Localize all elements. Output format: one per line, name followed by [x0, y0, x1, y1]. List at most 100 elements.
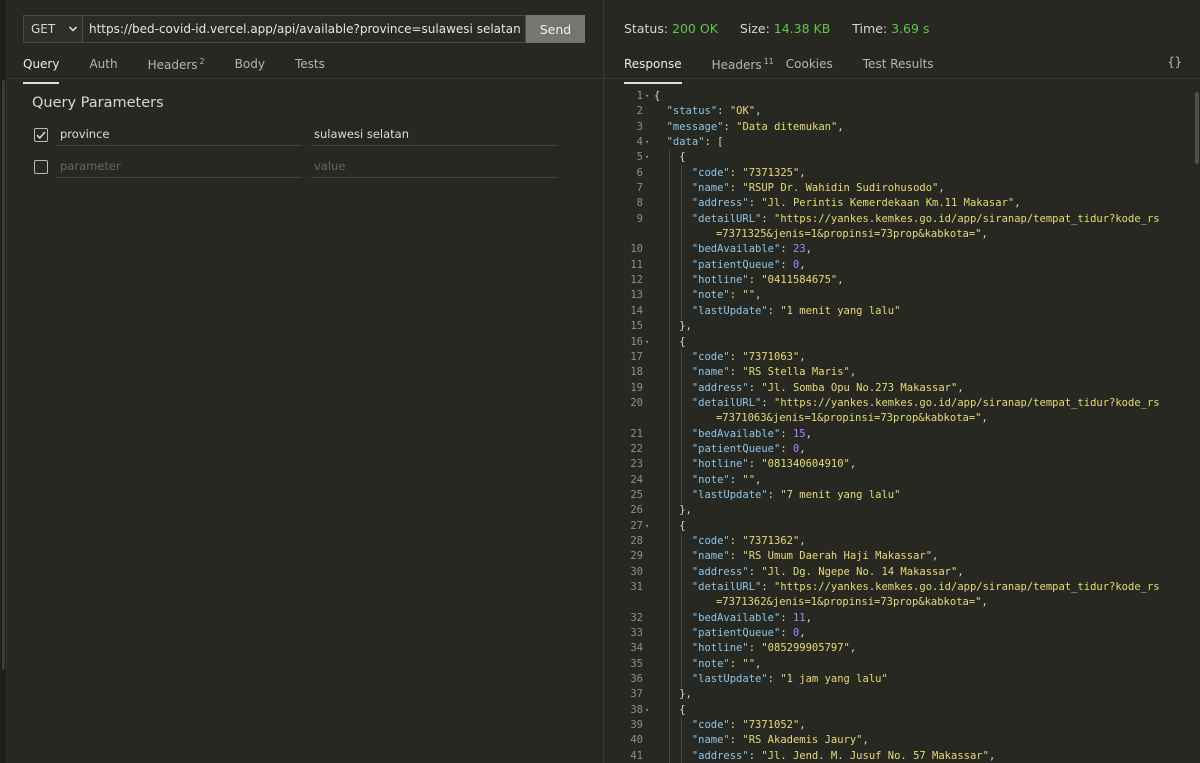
- code-token: "RS Akademis Jaury": [742, 734, 863, 747]
- request-panel: GET https://bed-covid-id.vercel.app/api/…: [8, 0, 602, 763]
- code-line: =7371063&jenis=1&propinsi=73prop&kabkota…: [614, 411, 1184, 427]
- code-line: 18 "name": "RS Stella Maris",: [614, 365, 1184, 381]
- code-token: ,: [799, 534, 806, 547]
- tab-body[interactable]: Body: [235, 57, 265, 79]
- tab-headers[interactable]: Headers 2: [148, 57, 205, 79]
- tab-cookies[interactable]: Cookies: [786, 57, 833, 79]
- indent-guide: [681, 303, 683, 320]
- code-token: "status": [666, 105, 718, 118]
- indent-guide: [681, 472, 683, 488]
- code-token: : [: [704, 136, 724, 149]
- code-token: "bedAvailable": [691, 427, 781, 440]
- new-param-checkbox[interactable]: [34, 160, 48, 174]
- code-token: "code": [691, 166, 730, 179]
- indent-guide: [681, 395, 683, 412]
- indent-guide: [681, 257, 683, 274]
- tab-auth-label: Auth: [89, 57, 118, 71]
- code-token: "name": [691, 366, 730, 379]
- method-select[interactable]: GET: [23, 15, 83, 43]
- code-token: ,: [849, 458, 857, 471]
- code-line: 5 ▾ {: [614, 150, 1184, 166]
- fold-toggle-icon[interactable]: ▾: [645, 89, 649, 104]
- response-code-viewer[interactable]: 1 ▾{2 "status": "OK", 3 "message": "Data dit…: [614, 89, 1184, 763]
- code-line: 27 ▾ {: [614, 518, 1184, 534]
- new-param-value-input[interactable]: value: [311, 156, 557, 178]
- indent-guide: [668, 533, 670, 550]
- indent-guide: [668, 457, 670, 473]
- tab-test-results[interactable]: Test Results: [863, 57, 934, 79]
- code-text: "name": "RS Umum Daerah Haji Makassar",: [692, 549, 939, 564]
- left-scrollbar-thumb[interactable]: [2, 80, 5, 670]
- code-line: 10 "bedAvailable": 23,: [614, 242, 1184, 258]
- code-line: 30 "address": "Jl. Dg. Ngepe No. 14 Makas…: [614, 564, 1184, 580]
- code-token: "code": [691, 534, 730, 547]
- url-input[interactable]: https://bed-covid-id.vercel.app/api/avai…: [83, 15, 526, 43]
- code-line: 8 "address": "Jl. Perintis Kemerdekaan Km…: [614, 196, 1184, 212]
- tab-auth[interactable]: Auth: [89, 57, 117, 79]
- fold-toggle-icon[interactable]: ▾: [645, 135, 649, 150]
- send-button[interactable]: Send: [526, 15, 585, 43]
- indent-guide: [668, 349, 670, 366]
- code-token: "RS Umum Daerah Haji Makassar": [742, 550, 933, 563]
- line-number: 37: [630, 688, 643, 701]
- size-info: Size: 14.38 KB: [740, 21, 830, 36]
- param-value-input[interactable]: sulawesi selatan: [311, 124, 557, 146]
- indent-guide: [681, 165, 683, 182]
- code-token: "hotline": [691, 458, 749, 471]
- new-param-name-input[interactable]: parameter: [57, 156, 301, 178]
- code-text: {: [654, 89, 660, 104]
- tab-response-label: Response: [624, 57, 682, 71]
- tab-response[interactable]: Response: [624, 57, 682, 84]
- code-token: :: [780, 427, 793, 440]
- code-token: "note": [691, 657, 730, 670]
- indent-guide: [668, 196, 670, 212]
- code-token: :: [780, 611, 793, 624]
- fold-toggle-icon[interactable]: ▾: [645, 335, 649, 350]
- code-token: ,: [988, 749, 996, 762]
- code-token: "7 menit yang lalu": [780, 488, 901, 501]
- indent-guide: [668, 626, 670, 642]
- indent-guide: [668, 656, 670, 673]
- format-braces-button[interactable]: {}: [1168, 55, 1182, 69]
- tab-query[interactable]: Query: [23, 57, 60, 84]
- code-token: },: [679, 504, 692, 517]
- code-text: "hotline": "085299905797",: [692, 641, 856, 656]
- query-params-title: Query Parameters: [32, 95, 164, 111]
- indent-guide: [668, 395, 670, 412]
- code-token: ,: [755, 473, 762, 486]
- line-number: 36: [630, 673, 643, 686]
- code-token: :: [748, 458, 762, 471]
- code-line: 25 "lastUpdate": "7 menit yang lalu": [614, 487, 1184, 504]
- indent-guide: [681, 441, 683, 458]
- indent-guide: [668, 687, 670, 703]
- code-token: "note": [691, 289, 730, 302]
- code-line: 28 "code": "7371362",: [614, 533, 1184, 550]
- indent-guide: [668, 518, 670, 534]
- code-line: 1 ▾ {: [614, 89, 1184, 104]
- param-name-input[interactable]: province: [57, 124, 301, 146]
- tab-tests[interactable]: Tests: [295, 57, 325, 79]
- code-token: "hotline": [691, 274, 749, 287]
- indent-guide: [668, 672, 670, 688]
- fold-toggle-icon[interactable]: ▾: [645, 703, 649, 718]
- line-number: 30: [630, 565, 643, 578]
- response-scrollbar-thumb[interactable]: [1195, 92, 1199, 164]
- code-token: ,: [799, 166, 806, 179]
- code-token: :: [780, 627, 793, 640]
- indent-guide: [681, 564, 683, 580]
- tab-response-headers[interactable]: Headers 11: [712, 57, 774, 79]
- param-checkbox[interactable]: [34, 128, 48, 142]
- code-line: 23 "hotline": "081340604910",: [614, 457, 1184, 473]
- line-number: 41: [630, 749, 643, 762]
- indent-guide: [681, 672, 683, 688]
- code-token: :: [729, 534, 743, 547]
- line-number: 24: [630, 473, 643, 486]
- fold-toggle-icon[interactable]: ▾: [645, 150, 649, 165]
- line-number: 1: [636, 90, 643, 102]
- code-token: },: [679, 688, 692, 701]
- code-token: ,: [837, 120, 844, 133]
- line-number: 33: [630, 627, 643, 640]
- code-text: "code": "7371325",: [692, 166, 806, 181]
- code-token: "message": [666, 120, 724, 133]
- fold-toggle-icon[interactable]: ▾: [645, 519, 649, 534]
